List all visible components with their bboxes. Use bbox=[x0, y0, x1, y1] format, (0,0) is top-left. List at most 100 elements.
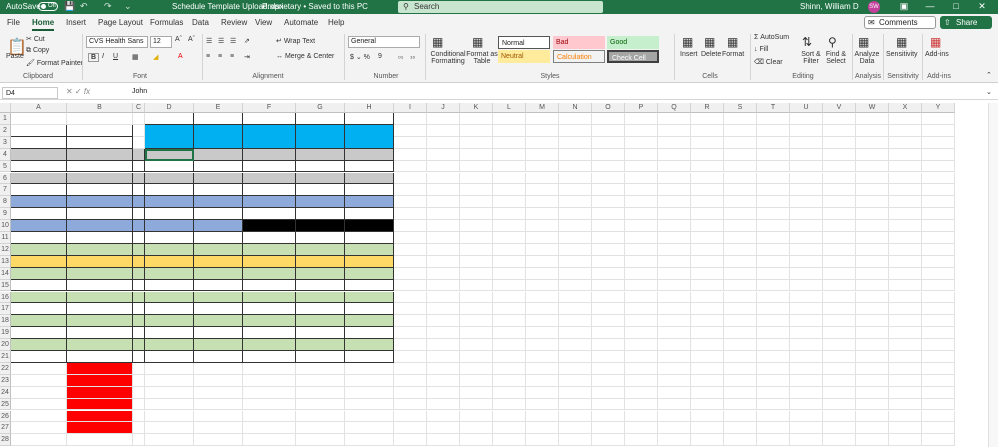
route-cell[interactable] bbox=[11, 255, 67, 268]
empty-cell[interactable] bbox=[691, 220, 724, 232]
release-time-cell[interactable] bbox=[67, 160, 133, 173]
empty-cell[interactable] bbox=[790, 255, 823, 268]
empty-cell[interactable] bbox=[345, 374, 394, 387]
empty-cell[interactable] bbox=[625, 243, 658, 256]
schedule-cell[interactable] bbox=[194, 184, 243, 197]
row-header[interactable]: 26 bbox=[0, 410, 11, 423]
empty-cell[interactable] bbox=[889, 339, 922, 351]
empty-cell[interactable] bbox=[922, 196, 955, 209]
empty-cell[interactable] bbox=[394, 303, 427, 316]
column-header-r[interactable]: R bbox=[691, 103, 724, 113]
empty-cell[interactable] bbox=[856, 339, 889, 351]
empty-cell[interactable] bbox=[625, 351, 658, 363]
schedule-cell[interactable] bbox=[145, 351, 194, 363]
schedule-cell[interactable] bbox=[296, 327, 345, 340]
empty-cell[interactable] bbox=[658, 291, 691, 304]
empty-cell[interactable] bbox=[724, 113, 757, 125]
empty-cell[interactable] bbox=[427, 315, 460, 328]
schedule-cell[interactable] bbox=[296, 255, 345, 268]
schedule-cell[interactable] bbox=[296, 160, 345, 173]
undo-icon[interactable]: ↶ bbox=[80, 1, 88, 12]
empty-cell[interactable] bbox=[526, 351, 559, 363]
empty-cell[interactable] bbox=[724, 362, 757, 375]
schedule-cell[interactable] bbox=[345, 279, 394, 292]
empty-cell[interactable] bbox=[460, 196, 493, 209]
style-calculation[interactable]: Calculation bbox=[553, 50, 605, 63]
empty-cell[interactable] bbox=[526, 327, 559, 340]
empty-cell[interactable] bbox=[724, 124, 757, 137]
empty-cell[interactable] bbox=[757, 362, 790, 375]
empty-cell[interactable] bbox=[133, 386, 145, 399]
empty-cell[interactable] bbox=[856, 196, 889, 209]
schedule-cell[interactable] bbox=[194, 148, 243, 161]
empty-cell[interactable] bbox=[625, 160, 658, 173]
empty-cell[interactable] bbox=[658, 339, 691, 351]
empty-cell[interactable] bbox=[823, 410, 856, 423]
empty-cell[interactable] bbox=[625, 398, 658, 411]
empty-cell[interactable] bbox=[394, 410, 427, 423]
empty-cell[interactable] bbox=[394, 113, 427, 125]
align-right-icon[interactable]: ≡ bbox=[230, 53, 234, 60]
empty-cell[interactable] bbox=[394, 136, 427, 149]
hours-cell[interactable] bbox=[133, 327, 145, 340]
empty-cell[interactable] bbox=[823, 196, 856, 209]
empty-cell[interactable] bbox=[757, 148, 790, 161]
empty-cell[interactable] bbox=[427, 279, 460, 292]
empty-cell[interactable] bbox=[526, 374, 559, 387]
empty-cell[interactable] bbox=[757, 172, 790, 185]
hours-cell[interactable] bbox=[133, 196, 145, 209]
schedule-cell[interactable] bbox=[296, 303, 345, 316]
user-name[interactable]: Shinn, William D bbox=[800, 2, 859, 11]
row-header[interactable]: 11 bbox=[0, 232, 11, 244]
decimal-decrease-icon[interactable]: ₁₀ bbox=[410, 53, 415, 60]
empty-cell[interactable] bbox=[345, 362, 394, 375]
empty-cell[interactable] bbox=[493, 148, 526, 161]
summary-name-cell[interactable] bbox=[11, 422, 67, 435]
empty-cell[interactable] bbox=[526, 184, 559, 197]
empty-cell[interactable] bbox=[724, 351, 757, 363]
empty-cell[interactable] bbox=[559, 303, 592, 316]
empty-cell[interactable] bbox=[889, 362, 922, 375]
empty-cell[interactable] bbox=[345, 398, 394, 411]
empty-cell[interactable] bbox=[757, 434, 790, 447]
release-time-cell[interactable] bbox=[67, 303, 133, 316]
row-header[interactable]: 13 bbox=[0, 255, 11, 268]
schedule-cell[interactable] bbox=[243, 303, 296, 316]
schedule-cell[interactable] bbox=[194, 243, 243, 256]
empty-cell[interactable] bbox=[493, 327, 526, 340]
schedule-cell[interactable] bbox=[345, 327, 394, 340]
empty-cell[interactable] bbox=[889, 267, 922, 280]
route-cell[interactable] bbox=[11, 160, 67, 173]
hours-cell[interactable] bbox=[133, 148, 145, 161]
indent-icon[interactable]: ⇥ bbox=[244, 53, 250, 61]
schedule-cell[interactable] bbox=[296, 148, 345, 161]
fill-color-icon[interactable]: ◢ bbox=[153, 53, 158, 61]
schedule-cell[interactable] bbox=[243, 232, 296, 244]
empty-cell[interactable] bbox=[658, 315, 691, 328]
empty-cell[interactable] bbox=[823, 232, 856, 244]
schedule-cell[interactable] bbox=[145, 160, 194, 173]
empty-cell[interactable] bbox=[889, 434, 922, 447]
empty-cell[interactable] bbox=[526, 279, 559, 292]
empty-cell[interactable] bbox=[592, 184, 625, 197]
empty-cell[interactable] bbox=[856, 124, 889, 137]
empty-cell[interactable] bbox=[559, 434, 592, 447]
empty-cell[interactable] bbox=[757, 196, 790, 209]
empty-cell[interactable] bbox=[296, 422, 345, 435]
empty-cell[interactable] bbox=[658, 196, 691, 209]
font-color-icon[interactable]: A bbox=[178, 53, 183, 60]
route-cell[interactable] bbox=[11, 148, 67, 161]
font-size-select[interactable]: 12 bbox=[150, 36, 172, 48]
empty-cell[interactable] bbox=[922, 327, 955, 340]
expand-formula-icon[interactable]: ⌄ bbox=[986, 88, 992, 96]
hours-cell[interactable] bbox=[133, 303, 145, 316]
empty-cell[interactable] bbox=[658, 160, 691, 173]
row-header[interactable]: 17 bbox=[0, 303, 11, 316]
empty-cell[interactable] bbox=[922, 351, 955, 363]
empty-cell[interactable] bbox=[790, 160, 823, 173]
empty-cell[interactable] bbox=[493, 160, 526, 173]
empty-cell[interactable] bbox=[922, 113, 955, 125]
empty-cell[interactable] bbox=[394, 327, 427, 340]
hours-cell[interactable] bbox=[133, 208, 145, 221]
day-header[interactable] bbox=[145, 124, 194, 149]
